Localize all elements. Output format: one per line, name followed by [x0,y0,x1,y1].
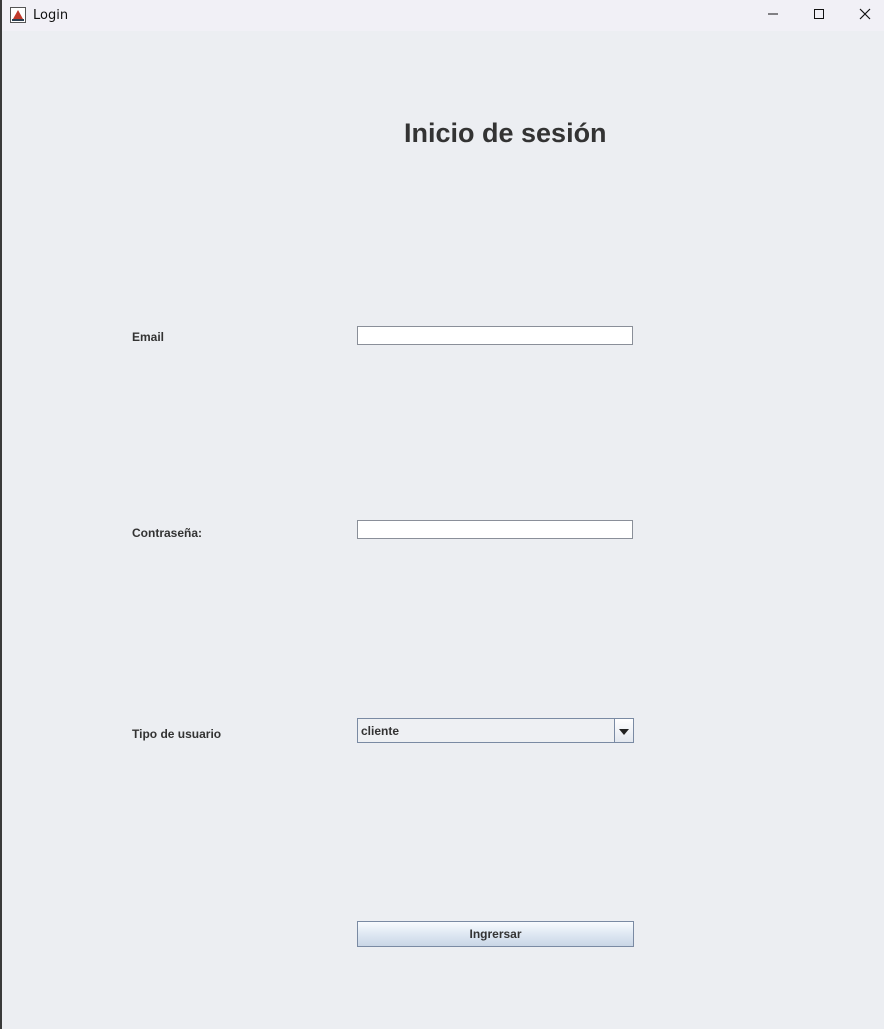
email-label: Email [132,330,165,344]
chevron-down-icon [619,722,629,740]
minimize-button[interactable] [750,0,796,31]
submit-button[interactable]: Ingrersar [357,921,634,947]
maximize-button[interactable] [796,0,842,31]
password-label: Contraseña: [132,526,203,540]
close-icon [859,7,871,25]
close-button[interactable] [842,0,884,31]
email-field[interactable] [357,326,633,345]
password-field[interactable] [357,520,633,539]
java-app-icon [10,7,26,23]
user-type-selected-value: cliente [361,724,400,738]
title-bar[interactable]: Login [2,0,884,31]
login-window: Login Inicio de sesión Email Contraseña:… [0,0,884,1029]
maximize-icon [813,7,825,25]
dropdown-button[interactable] [614,719,633,742]
minimize-icon [767,7,779,25]
user-type-label: Tipo de usuario [132,727,222,741]
page-title: Inicio de sesión [404,118,607,148]
window-title: Login [33,8,69,23]
user-type-select[interactable]: cliente [357,718,634,743]
